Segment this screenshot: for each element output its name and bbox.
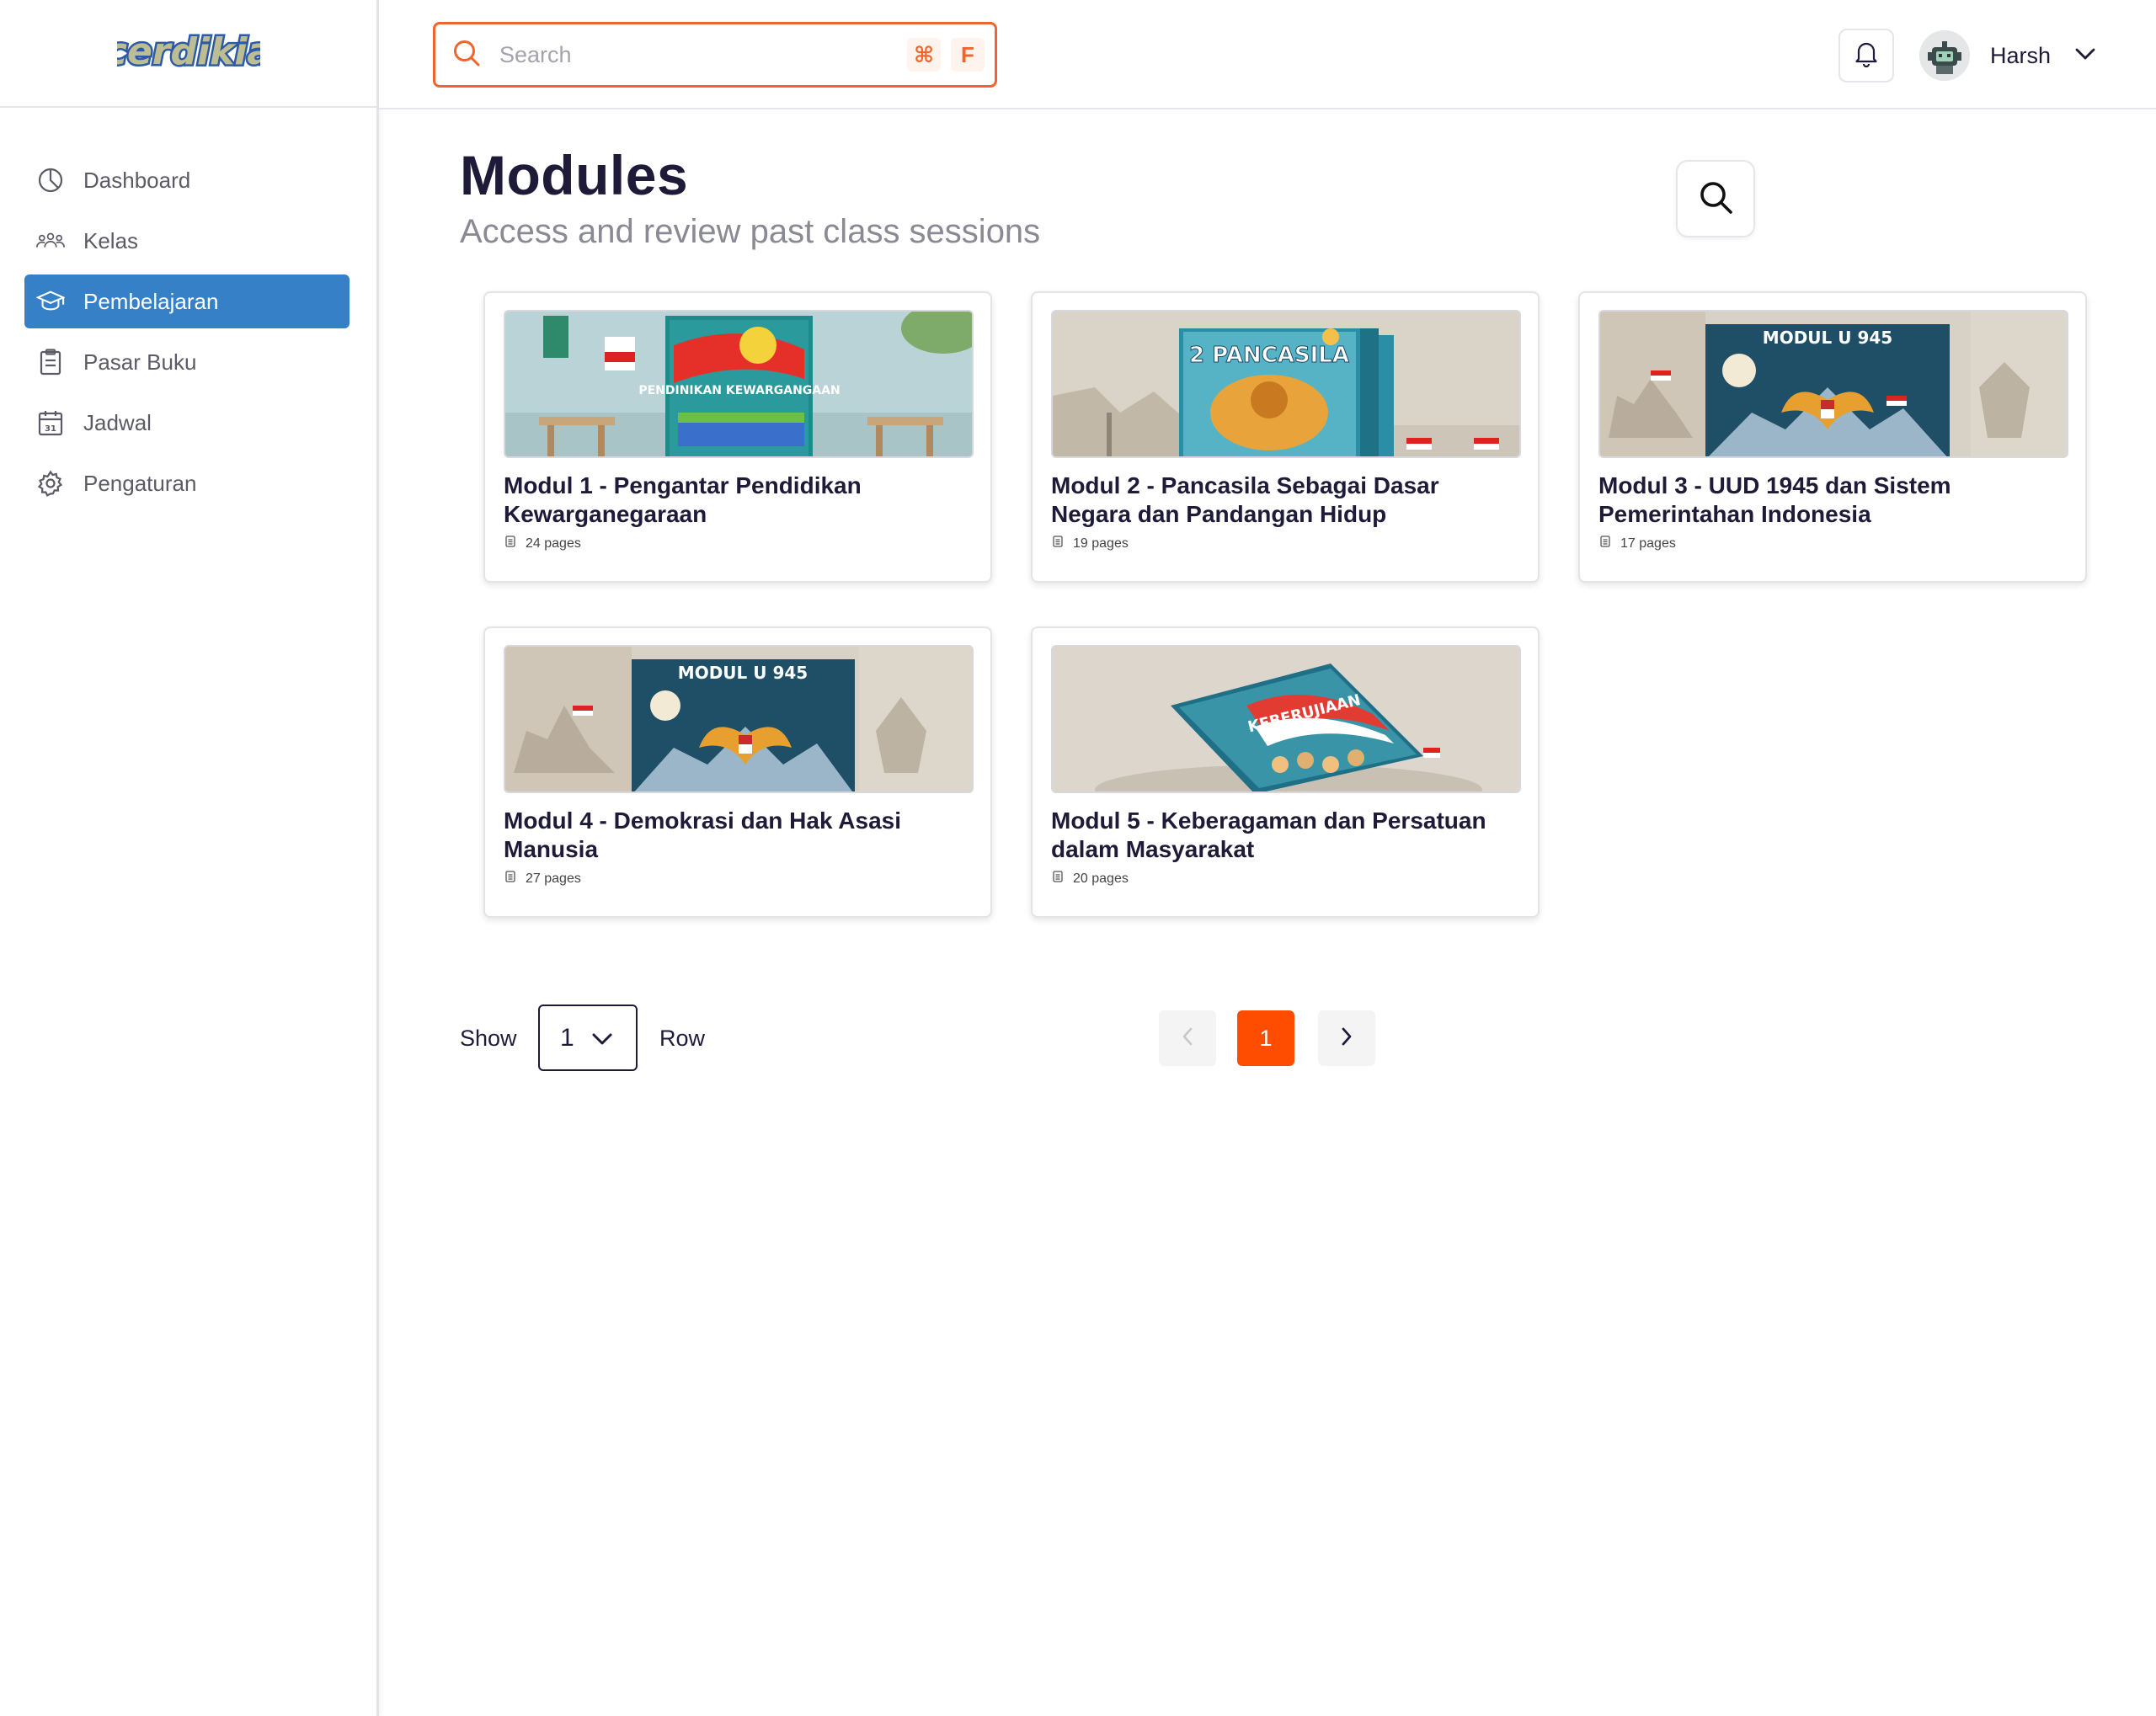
sidebar-item-label: Dashboard xyxy=(83,167,191,193)
cover-text: MODUL U 945 xyxy=(678,663,808,683)
sidebar-item-kelas[interactable]: Kelas xyxy=(24,214,350,268)
module-pages: 27 pages xyxy=(504,871,972,887)
module-pages: 19 pages xyxy=(1051,536,1519,552)
page-count: 19 pages xyxy=(1073,536,1129,551)
rows-value: 1 xyxy=(560,1023,574,1052)
module-pages: 17 pages xyxy=(1598,536,2067,552)
global-search[interactable]: ⌘ F xyxy=(433,22,997,88)
module-cover-image: 2 PANCASILA xyxy=(1051,310,1521,458)
sidebar: cerdikia cerdikia Dashboard Kelas Pembel… xyxy=(0,0,379,1716)
svg-text:31: 31 xyxy=(45,424,56,434)
user-name: Harsh xyxy=(1990,42,2052,68)
sidebar-item-pasar-buku[interactable]: Pasar Buku xyxy=(24,335,350,389)
page-button-current[interactable]: 1 xyxy=(1237,1010,1294,1066)
document-icon xyxy=(505,871,515,887)
rows-per-page-select[interactable]: 1 xyxy=(538,1005,638,1071)
user-menu[interactable]: Harsh xyxy=(1919,29,2096,83)
cover-text: PENDINIKAN KEWARGANGAAN xyxy=(638,384,840,397)
shortcut-cmd-key: ⌘ xyxy=(907,38,941,72)
module-cover-image: MODUL U 945 xyxy=(504,645,974,793)
document-icon xyxy=(1053,536,1063,552)
module-title: Modul 1 - Pengantar Pendidikan Kewargane… xyxy=(504,472,862,527)
sidebar-item-label: Jadwal xyxy=(83,409,152,435)
page-count: 27 pages xyxy=(526,871,581,886)
graduation-cap-icon xyxy=(36,287,65,316)
next-page-button[interactable] xyxy=(1318,1010,1375,1066)
sidebar-item-pengaturan[interactable]: Pengaturan xyxy=(24,456,350,510)
notifications-button[interactable] xyxy=(1838,29,1894,83)
sidebar-item-label: Pasar Buku xyxy=(83,349,197,375)
document-icon xyxy=(505,536,515,552)
page-count: 20 pages xyxy=(1073,871,1129,886)
module-title: Modul 3 - UUD 1945 dan Sistem Pemerintah… xyxy=(1598,472,1951,527)
module-pages: 20 pages xyxy=(1051,871,1519,887)
chevron-left-icon xyxy=(1182,1027,1193,1050)
previous-page-button[interactable] xyxy=(1159,1010,1216,1066)
sidebar-item-label: Pembelajaran xyxy=(83,288,219,314)
logo-area: cerdikia cerdikia xyxy=(0,0,376,108)
module-card[interactable]: 2 PANCASILA Modul 2 - Pancasila Sebagai … xyxy=(1031,291,1540,583)
chevron-down-icon xyxy=(591,1024,613,1053)
row-label: Row xyxy=(659,1026,706,1051)
document-icon xyxy=(1053,871,1063,887)
module-search-button[interactable] xyxy=(1676,160,1755,237)
sidebar-nav: Dashboard Kelas Pembelajaran Pasar Buku … xyxy=(0,108,376,510)
cover-text: MODUL U 945 xyxy=(1763,328,1892,348)
cerdikia-logo[interactable]: cerdikia cerdikia xyxy=(117,24,260,83)
module-title: Modul 4 - Demokrasi dan Hak Asasi Manusi… xyxy=(504,807,901,862)
svg-text:cerdikia: cerdikia xyxy=(117,30,260,73)
module-pages: 24 pages xyxy=(504,536,972,552)
document-icon xyxy=(1600,536,1610,552)
module-card[interactable]: KEBERUJIAAN Modul 5 - Keberagaman dan Pe… xyxy=(1031,626,1540,918)
gear-icon xyxy=(36,469,65,498)
module-card[interactable]: MODUL U 945 Modul 3 - UUD 1945 dan Siste… xyxy=(1578,291,2087,583)
module-card[interactable]: MODUL U 945 Modul 4 - Demokrasi dan Hak … xyxy=(483,626,992,918)
module-cover-image: KEBERUJIAAN xyxy=(1051,645,1521,793)
sidebar-item-label: Kelas xyxy=(83,227,139,253)
page-title: Modules xyxy=(460,144,689,206)
module-cover-image: MODUL U 945 xyxy=(1598,310,2068,458)
sidebar-item-pembelajaran[interactable]: Pembelajaran xyxy=(24,274,350,328)
page-count: 24 pages xyxy=(526,536,581,551)
top-header: ⌘ F Harsh xyxy=(379,0,2156,109)
chevron-down-icon xyxy=(2074,47,2096,65)
module-cover-image: PENDINIKAN KEWARGANGAAN xyxy=(504,310,974,458)
sidebar-item-dashboard[interactable]: Dashboard xyxy=(24,153,350,207)
bell-icon xyxy=(1854,40,1879,72)
calendar-icon: 31 xyxy=(36,408,65,437)
show-label: Show xyxy=(460,1026,517,1051)
module-title: Modul 5 - Keberagaman dan Persatuan dala… xyxy=(1051,807,1486,862)
shortcut-f-key: F xyxy=(951,38,985,72)
search-icon xyxy=(1697,179,1734,220)
module-card[interactable]: PENDINIKAN KEWARGANGAAN Modul 1 - Pengan… xyxy=(483,291,992,583)
clipboard-icon xyxy=(36,348,65,376)
sidebar-item-jadwal[interactable]: 31 Jadwal xyxy=(24,396,350,450)
module-title: Modul 2 - Pancasila Sebagai Dasar Negara… xyxy=(1051,472,1439,527)
cover-text: 2 PANCASILA xyxy=(1189,343,1349,368)
sidebar-item-label: Pengaturan xyxy=(83,470,197,496)
page-subtitle: Access and review past class sessions xyxy=(460,213,1041,250)
search-icon xyxy=(452,39,481,72)
search-input[interactable] xyxy=(499,24,907,85)
avatar xyxy=(1919,30,1970,81)
dashboard-pie-icon xyxy=(36,166,65,195)
page-count: 17 pages xyxy=(1620,536,1676,551)
chevron-right-icon xyxy=(1341,1027,1353,1050)
users-group-icon xyxy=(36,226,65,255)
